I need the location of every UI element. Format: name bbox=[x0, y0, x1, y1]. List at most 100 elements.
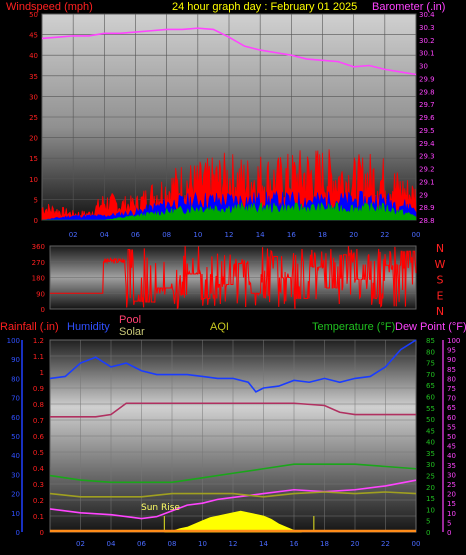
compass-label: S bbox=[437, 274, 444, 287]
rain-tick-label: 0.5 bbox=[33, 449, 44, 457]
x-tick-label: 20 bbox=[349, 231, 358, 239]
pool-label: Pool bbox=[119, 314, 141, 326]
y2-tick-label: 30 bbox=[419, 63, 428, 71]
x-tick-label: 08 bbox=[162, 231, 171, 239]
y2-tick-label: 30.1 bbox=[419, 50, 435, 58]
compass-label: E bbox=[437, 289, 444, 302]
rain-tick-label: 0.1 bbox=[33, 513, 44, 521]
y-tick-label: 0 bbox=[41, 306, 45, 314]
x-tick-label: 06 bbox=[137, 540, 146, 548]
dew-tick-label: 100 bbox=[447, 337, 460, 345]
y2-tick-label: 29.2 bbox=[419, 166, 435, 174]
rain-tick-label: 0.6 bbox=[33, 433, 45, 441]
rain-tick-label: 0.8 bbox=[33, 401, 44, 409]
x-tick-label: 00 bbox=[412, 540, 421, 548]
humidity-tick-label: 60 bbox=[11, 414, 20, 422]
y-tick-label: 50 bbox=[29, 11, 38, 19]
y2-tick-label: 29.4 bbox=[419, 140, 435, 148]
dew-tick-label: 55 bbox=[447, 423, 456, 431]
x-tick-label: 20 bbox=[351, 540, 360, 548]
y2-tick-label: 29.8 bbox=[419, 88, 435, 96]
x-tick-label: 12 bbox=[225, 231, 234, 239]
dew-tick-label: 85 bbox=[447, 366, 456, 374]
humidity-tick-label: 10 bbox=[11, 510, 20, 518]
y-tick-label: 5 bbox=[34, 196, 38, 204]
dew-tick-label: 65 bbox=[447, 404, 456, 412]
temp-tick-label: 45 bbox=[426, 427, 435, 435]
dew-tick-label: 40 bbox=[447, 452, 456, 460]
dew-tick-label: 60 bbox=[447, 414, 456, 422]
temp-tick-label: 55 bbox=[426, 405, 435, 413]
dewpoint-axis-title: Dew Point (°F) bbox=[395, 321, 466, 333]
y2-tick-label: 28.8 bbox=[419, 217, 435, 225]
humidity-tick-label: 0 bbox=[16, 529, 20, 537]
x-tick-label: 06 bbox=[131, 231, 140, 239]
y-tick-label: 90 bbox=[36, 290, 45, 298]
humidity-tick-label: 100 bbox=[7, 337, 20, 345]
rain-tick-label: 0.2 bbox=[33, 497, 44, 505]
dew-tick-label: 80 bbox=[447, 375, 456, 383]
x-tick-label: 18 bbox=[320, 540, 329, 548]
weather-graph: Windspeed (mph) 24 hour graph day : Febr… bbox=[0, 1, 466, 548]
y2-tick-label: 29.7 bbox=[419, 101, 435, 109]
temp-tick-label: 80 bbox=[426, 348, 435, 356]
temp-tick-label: 30 bbox=[426, 461, 435, 469]
y2-tick-label: 30.4 bbox=[419, 11, 435, 19]
humidity-tick-label: 70 bbox=[11, 395, 20, 403]
x-tick-label: 08 bbox=[168, 540, 177, 548]
solar-label: Solar bbox=[119, 326, 145, 338]
x-tick-label: 16 bbox=[290, 540, 299, 548]
aqi-label: AQI bbox=[210, 321, 229, 333]
temp-tick-label: 50 bbox=[426, 416, 435, 424]
dew-tick-label: 25 bbox=[447, 481, 456, 489]
temp-tick-label: 15 bbox=[426, 495, 435, 503]
compass-label: W bbox=[435, 258, 446, 271]
rain-tick-label: 1.2 bbox=[33, 337, 44, 345]
temp-tick-label: 60 bbox=[426, 393, 435, 401]
y-tick-label: 180 bbox=[32, 275, 45, 283]
rain-tick-label: 0.9 bbox=[33, 385, 44, 393]
y-tick-label: 10 bbox=[29, 176, 38, 184]
x-tick-label: 14 bbox=[256, 231, 265, 239]
y-tick-label: 25 bbox=[29, 114, 38, 122]
x-tick-label: 22 bbox=[380, 231, 389, 239]
temp-tick-label: 35 bbox=[426, 450, 435, 458]
y-tick-label: 30 bbox=[29, 93, 38, 101]
y2-tick-label: 30.2 bbox=[419, 37, 435, 45]
y-tick-label: 40 bbox=[29, 52, 38, 60]
temp-tick-label: 5 bbox=[426, 518, 430, 526]
humidity-tick-label: 90 bbox=[11, 356, 20, 364]
temp-tick-label: 25 bbox=[426, 473, 435, 481]
dew-tick-label: 95 bbox=[447, 347, 456, 355]
temp-tick-label: 10 bbox=[426, 506, 435, 514]
x-tick-label: 04 bbox=[107, 540, 116, 548]
temp-tick-label: 40 bbox=[426, 439, 435, 447]
y2-tick-label: 29.9 bbox=[419, 75, 435, 83]
temp-tick-label: 70 bbox=[426, 371, 435, 379]
y2-tick-label: 30.3 bbox=[419, 24, 435, 32]
humidity-tick-label: 50 bbox=[11, 433, 20, 441]
rain-tick-label: 0 bbox=[40, 529, 44, 537]
dew-tick-label: 70 bbox=[447, 395, 456, 403]
y-tick-label: 45 bbox=[29, 32, 38, 40]
y-tick-label: 20 bbox=[29, 135, 38, 143]
x-tick-label: 16 bbox=[287, 231, 296, 239]
y2-tick-label: 28.9 bbox=[419, 204, 435, 212]
dew-tick-label: 45 bbox=[447, 443, 456, 451]
y2-tick-label: 29.6 bbox=[419, 114, 435, 122]
temp-tick-label: 0 bbox=[426, 529, 430, 537]
dew-tick-label: 50 bbox=[447, 433, 456, 441]
x-tick-label: 12 bbox=[229, 540, 238, 548]
rain-tick-label: 0.4 bbox=[33, 465, 45, 473]
temp-tick-label: 85 bbox=[426, 337, 435, 345]
temp-tick-label: 20 bbox=[426, 484, 435, 492]
humidity-tick-label: 20 bbox=[11, 491, 20, 499]
x-tick-label: 10 bbox=[198, 540, 207, 548]
y2-tick-label: 29.5 bbox=[419, 127, 435, 135]
humidity-tick-label: 40 bbox=[11, 452, 20, 460]
y-tick-label: 35 bbox=[29, 73, 38, 81]
chart-title: 24 hour graph day : February 01 2025 bbox=[172, 1, 357, 13]
x-tick-label: 22 bbox=[381, 540, 390, 548]
y2-tick-label: 29 bbox=[419, 191, 428, 199]
x-tick-label: 00 bbox=[412, 231, 421, 239]
